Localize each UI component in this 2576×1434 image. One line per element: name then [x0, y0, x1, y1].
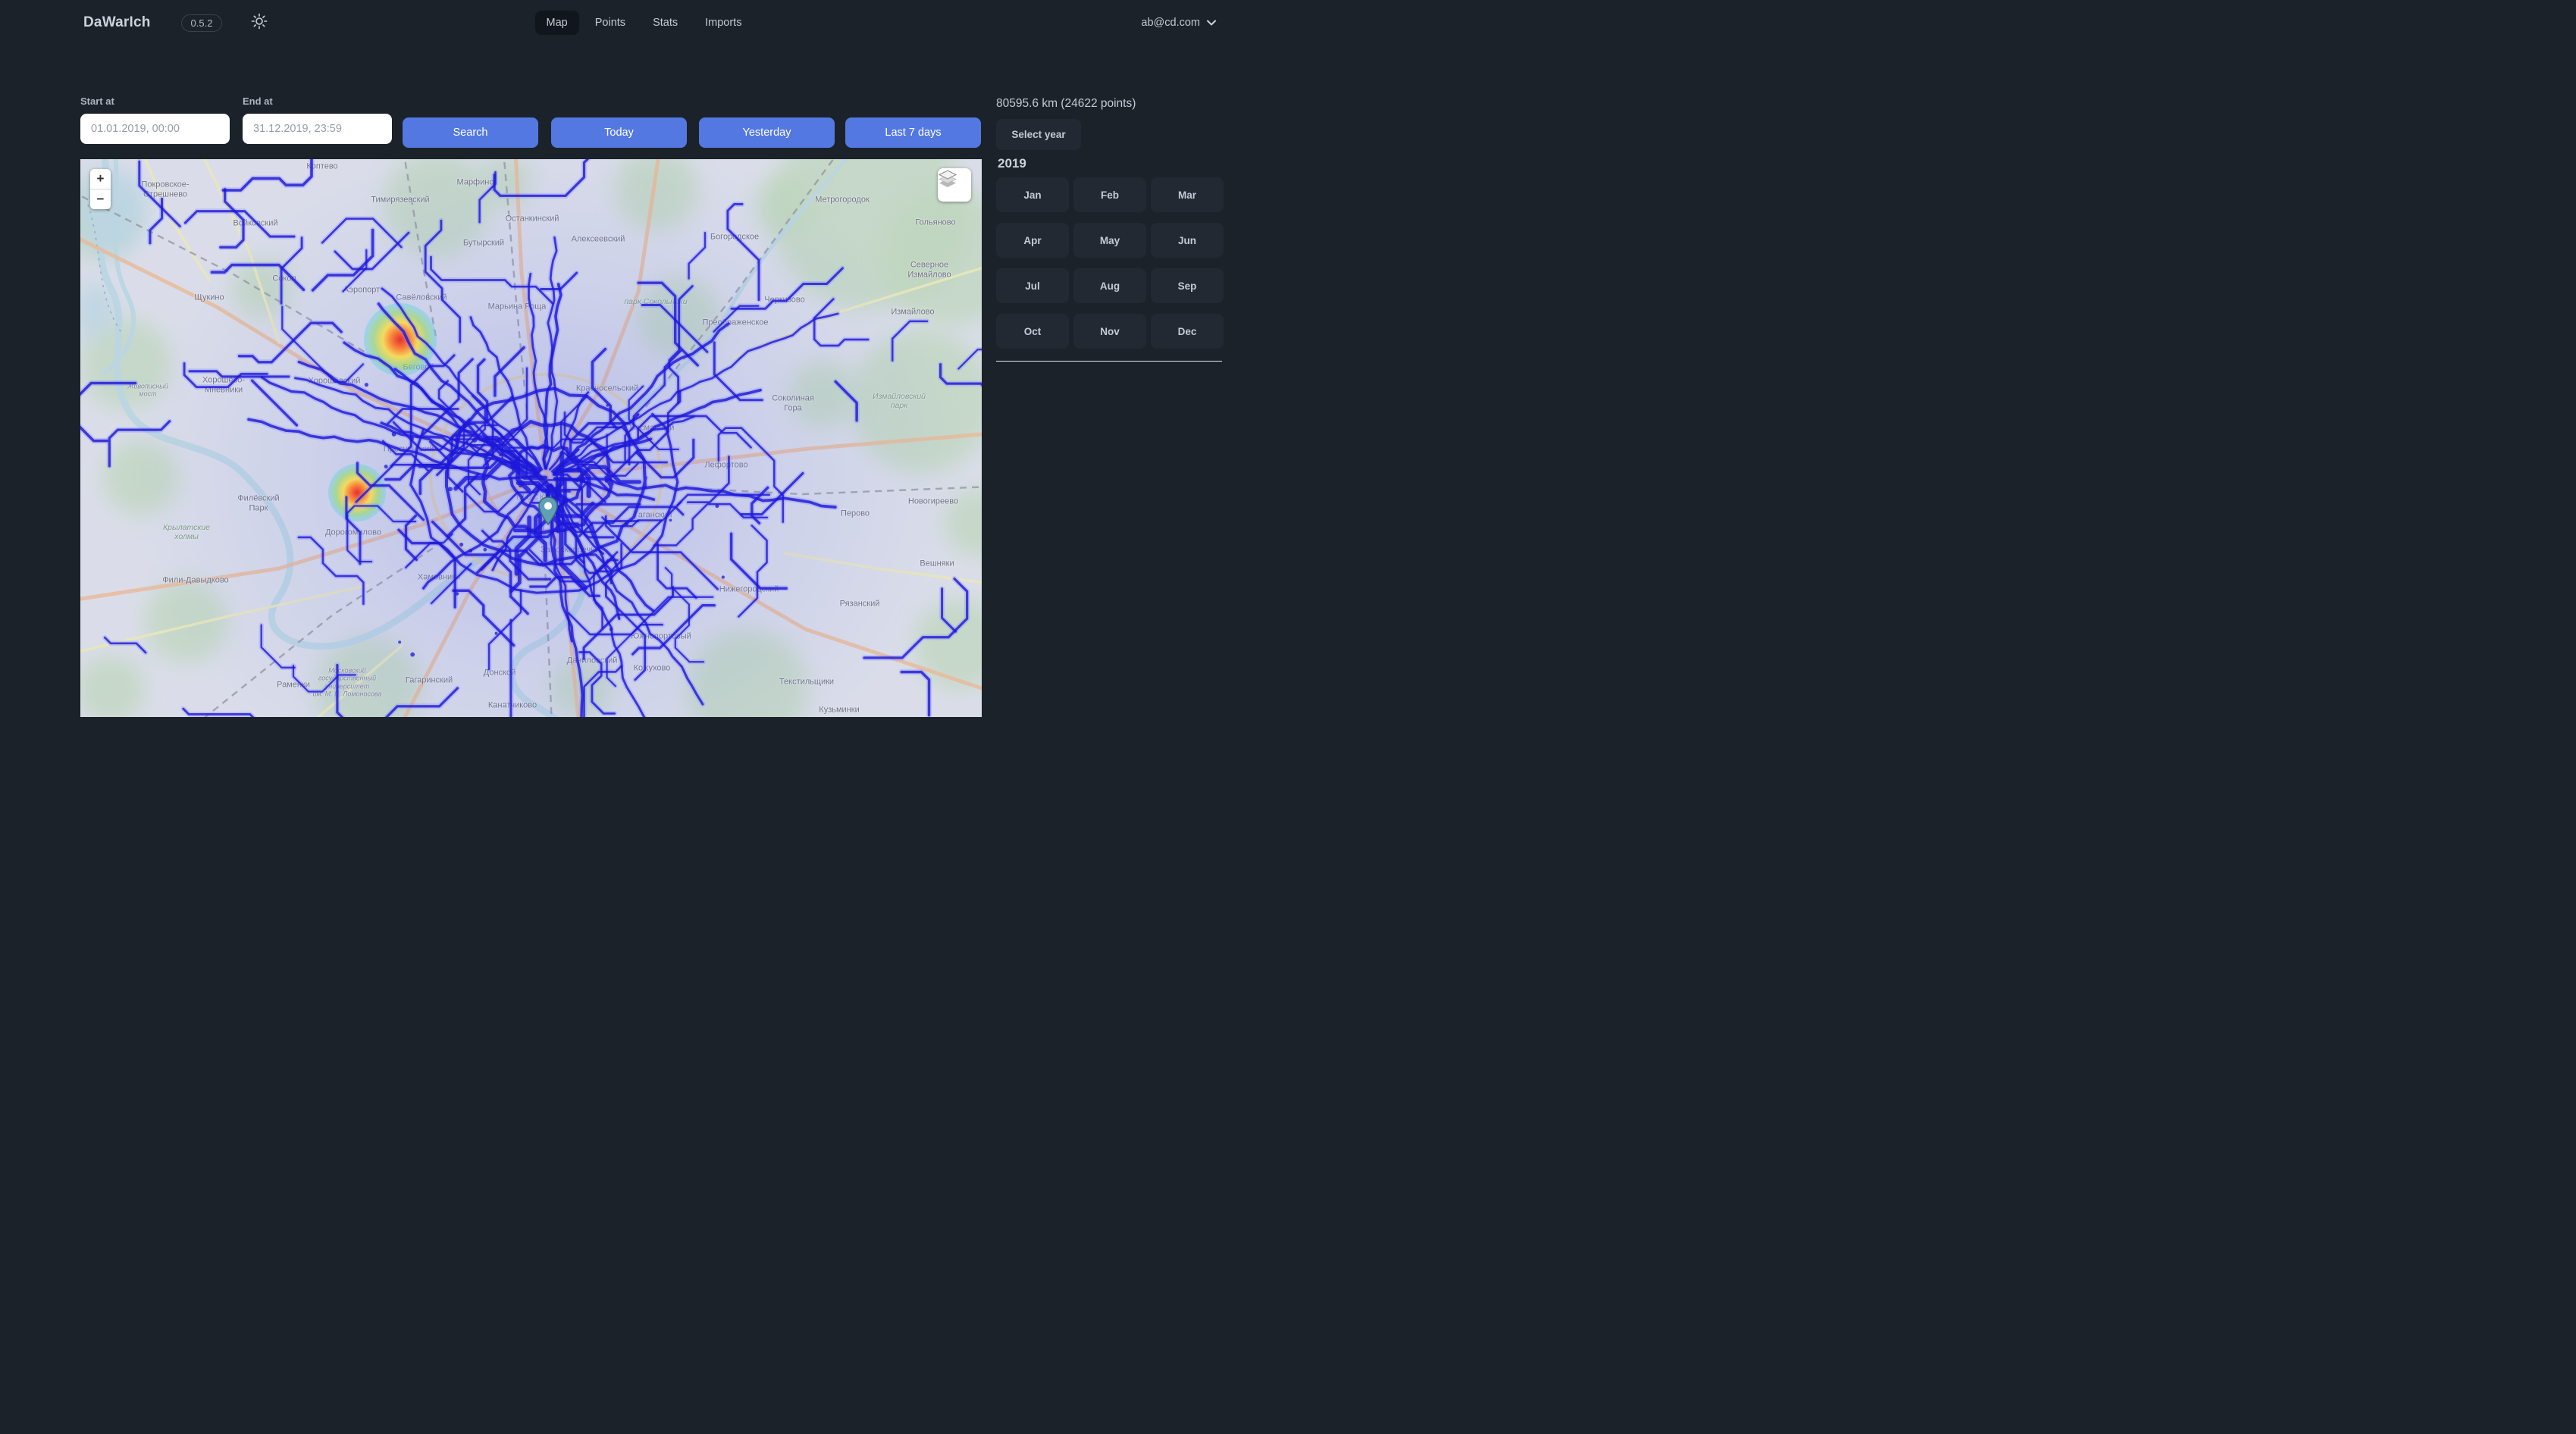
layers-control-button[interactable]: [938, 168, 971, 202]
tab-stats[interactable]: Stats: [641, 11, 689, 35]
map-zoom-control: + −: [90, 169, 111, 209]
gps-tracks-layer: [80, 159, 982, 717]
year-heading: 2019: [998, 156, 1026, 171]
yesterday-button[interactable]: Yesterday: [699, 117, 835, 148]
main-nav: Map Points Stats Imports: [535, 11, 754, 35]
month-button-jul[interactable]: Jul: [996, 268, 1069, 303]
end-at-label: End at: [243, 95, 392, 107]
zoom-out-button[interactable]: −: [90, 189, 111, 209]
version-badge: 0.5.2: [181, 14, 223, 32]
map[interactable]: Покровское- СтрешневоКоптевоТимирязевски…: [80, 159, 982, 717]
month-button-jun[interactable]: Jun: [1151, 223, 1224, 258]
tab-points[interactable]: Points: [584, 11, 637, 35]
month-button-sep[interactable]: Sep: [1151, 268, 1224, 303]
start-at-field: Start at: [80, 95, 230, 144]
month-button-oct[interactable]: Oct: [996, 314, 1069, 349]
month-button-apr[interactable]: Apr: [996, 223, 1069, 258]
theme-toggle[interactable]: [251, 13, 268, 33]
navbar: DaWarIch 0.5.2 Map Points Stats Imports …: [0, 0, 1288, 45]
month-button-aug[interactable]: Aug: [1073, 268, 1146, 303]
month-button-may[interactable]: May: [1073, 223, 1146, 258]
app-logo[interactable]: DaWarIch: [83, 14, 151, 31]
month-button-nov[interactable]: Nov: [1073, 314, 1146, 349]
map-marker-pin[interactable]: [538, 496, 558, 525]
start-at-input[interactable]: [80, 114, 230, 144]
today-button[interactable]: Today: [551, 117, 687, 148]
start-at-label: Start at: [80, 95, 230, 107]
end-at-field: End at: [243, 95, 392, 144]
month-grid: Jan Feb Mar Apr May Jun Jul Aug Sep Oct …: [996, 177, 1224, 349]
select-year-button[interactable]: Select year: [996, 119, 1081, 150]
zoom-in-button[interactable]: +: [90, 169, 111, 189]
month-button-jan[interactable]: Jan: [996, 177, 1069, 212]
sidebar-divider: [996, 361, 1222, 362]
chevron-down-icon: [1207, 17, 1216, 29]
user-menu[interactable]: ab@cd.com: [1141, 17, 1216, 29]
tab-imports[interactable]: Imports: [694, 11, 753, 35]
last-7-days-button[interactable]: Last 7 days: [845, 117, 981, 148]
end-at-input[interactable]: [243, 114, 392, 144]
month-button-dec[interactable]: Dec: [1151, 314, 1224, 349]
tab-map[interactable]: Map: [535, 11, 579, 35]
distance-stats: 80595.6 km (24622 points): [996, 97, 1136, 111]
month-button-mar[interactable]: Mar: [1151, 177, 1224, 212]
month-button-feb[interactable]: Feb: [1073, 177, 1146, 212]
search-button[interactable]: Search: [403, 117, 538, 148]
sun-icon: [251, 13, 268, 33]
user-email: ab@cd.com: [1141, 17, 1200, 29]
